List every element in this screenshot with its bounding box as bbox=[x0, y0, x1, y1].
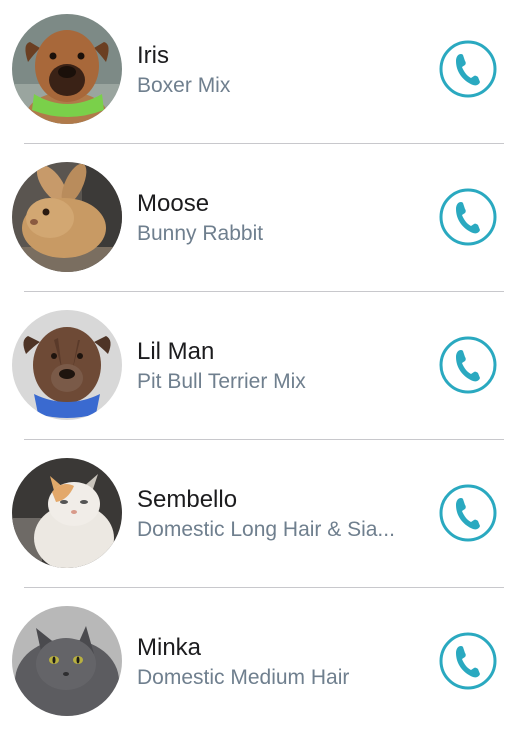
pet-row-sembello[interactable]: Sembello Domestic Long Hair & Sia... bbox=[0, 444, 524, 592]
pet-name: Sembello bbox=[137, 486, 238, 513]
pet-photo-sembello bbox=[12, 458, 122, 568]
pet-breed: Domestic Long Hair & Sia... bbox=[137, 518, 395, 541]
pet-row-minka[interactable]: Minka Domestic Medium Hair bbox=[0, 592, 524, 740]
row-divider bbox=[24, 291, 504, 292]
pet-row-moose[interactable]: Moose Bunny Rabbit bbox=[0, 148, 524, 296]
pet-list: Iris Boxer Mix Moose Bunny Rabbit Lil Ma… bbox=[0, 0, 524, 731]
call-button-iris[interactable] bbox=[439, 40, 497, 98]
call-button-moose[interactable] bbox=[439, 188, 497, 246]
pet-photo-minka bbox=[12, 606, 122, 716]
row-divider bbox=[24, 143, 504, 144]
pet-breed: Domestic Medium Hair bbox=[137, 666, 350, 689]
row-divider bbox=[24, 587, 504, 588]
phone-icon bbox=[439, 336, 497, 394]
call-button-minka[interactable] bbox=[439, 632, 497, 690]
phone-icon bbox=[439, 632, 497, 690]
pet-name: Moose bbox=[137, 190, 210, 217]
pet-breed: Boxer Mix bbox=[137, 74, 231, 97]
pet-name: Lil Man bbox=[137, 338, 215, 365]
pet-photo-iris bbox=[12, 14, 122, 124]
pet-photo-moose bbox=[12, 162, 122, 272]
row-divider bbox=[24, 439, 504, 440]
phone-icon bbox=[439, 188, 497, 246]
pet-name: Iris bbox=[137, 42, 169, 69]
phone-icon bbox=[439, 484, 497, 542]
call-button-sembello[interactable] bbox=[439, 484, 497, 542]
pet-breed: Pit Bull Terrier Mix bbox=[137, 370, 306, 393]
pet-name: Minka bbox=[137, 634, 202, 661]
pet-photo-lil-man bbox=[12, 310, 122, 420]
call-button-lil-man[interactable] bbox=[439, 336, 497, 394]
pet-row-lil-man[interactable]: Lil Man Pit Bull Terrier Mix bbox=[0, 296, 524, 444]
phone-icon bbox=[439, 40, 497, 98]
pet-row-iris[interactable]: Iris Boxer Mix bbox=[0, 0, 524, 148]
pet-breed: Bunny Rabbit bbox=[137, 222, 264, 245]
